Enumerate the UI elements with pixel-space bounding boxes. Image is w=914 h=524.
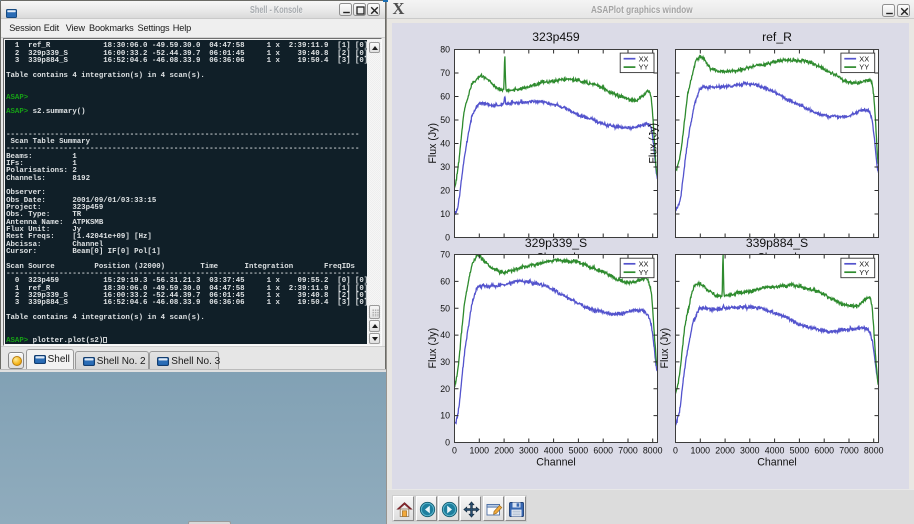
svg-text:6000: 6000 [593,445,613,455]
svg-text:1000: 1000 [691,445,711,455]
svg-text:30: 30 [440,357,450,367]
svg-text:80: 80 [440,45,450,55]
svg-text:50: 50 [440,115,450,125]
svg-text:4000: 4000 [544,445,564,455]
svg-text:0: 0 [445,233,450,243]
svg-text:4000: 4000 [765,445,785,455]
svg-text:6000: 6000 [814,445,834,455]
svg-text:Flux (Jy): Flux (Jy) [659,328,671,369]
svg-text:Channel: Channel [536,457,575,469]
svg-text:Flux (Jy): Flux (Jy) [427,123,439,164]
svg-text:20: 20 [440,384,450,394]
svg-text:2000: 2000 [494,445,514,455]
svg-text:0: 0 [452,445,457,455]
svg-text:70: 70 [440,68,450,78]
svg-text:Flux (Jy): Flux (Jy) [427,328,439,369]
svg-text:2000: 2000 [715,445,735,455]
svg-text:20: 20 [440,186,450,196]
svg-text:60: 60 [440,277,450,287]
svg-text:329p339_S: 329p339_S [525,236,587,250]
svg-text:7000: 7000 [839,445,859,455]
svg-text:YY: YY [639,268,649,277]
svg-text:3000: 3000 [740,445,760,455]
svg-text:0: 0 [445,438,450,448]
svg-text:60: 60 [440,92,450,102]
svg-text:30: 30 [440,162,450,172]
svg-text:3000: 3000 [519,445,539,455]
svg-text:Flux (Jy): Flux (Jy) [648,123,660,164]
svg-text:YY: YY [859,63,869,72]
svg-text:323p459: 323p459 [532,30,580,44]
svg-text:50: 50 [440,303,450,313]
svg-text:70: 70 [440,250,450,260]
svg-text:Channel: Channel [757,457,796,469]
svg-text:40: 40 [440,139,450,149]
svg-text:40: 40 [440,330,450,340]
svg-text:339p884_S: 339p884_S [746,236,808,250]
svg-text:8000: 8000 [643,445,663,455]
svg-text:10: 10 [440,411,450,421]
svg-text:5000: 5000 [790,445,810,455]
svg-text:YY: YY [859,268,869,277]
svg-text:8000: 8000 [864,445,884,455]
svg-text:5000: 5000 [569,445,589,455]
svg-text:YY: YY [639,63,649,72]
svg-text:7000: 7000 [618,445,638,455]
svg-text:0: 0 [673,445,678,455]
svg-text:ref_R: ref_R [762,30,792,44]
svg-text:10: 10 [440,209,450,219]
svg-text:1000: 1000 [470,445,490,455]
